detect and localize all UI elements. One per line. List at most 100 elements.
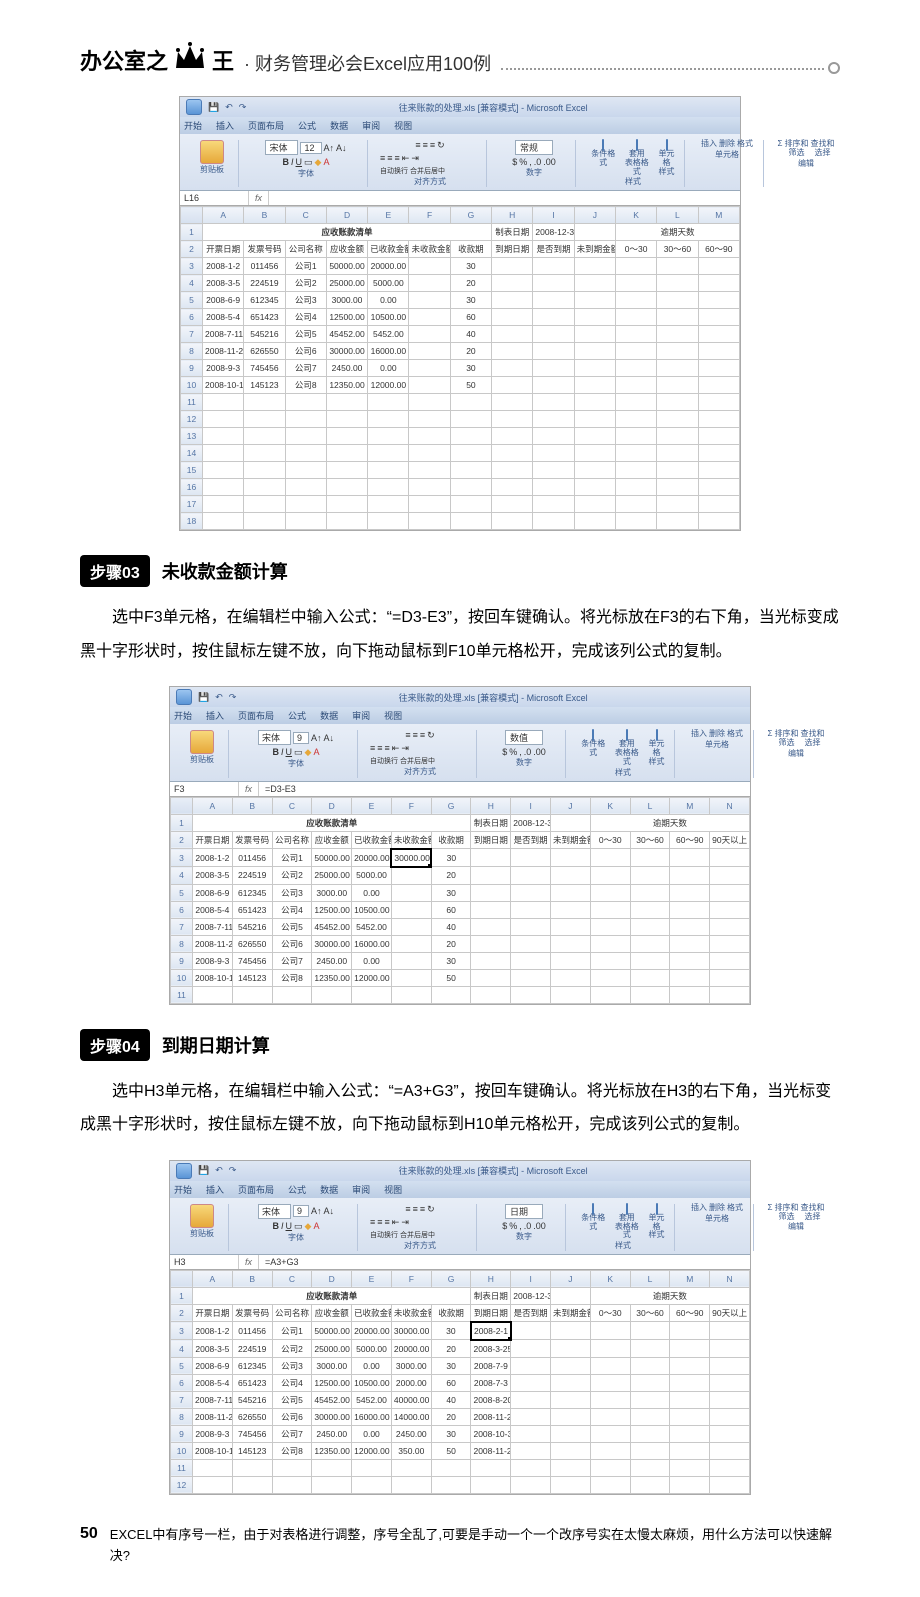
col-header-M[interactable]: M xyxy=(670,1270,710,1287)
cell-7-11[interactable] xyxy=(615,326,656,343)
currency-icon[interactable]: $ xyxy=(502,747,507,757)
qat-save-icon[interactable]: 💾 xyxy=(198,692,209,703)
cell-5-6[interactable]: 3000.00 xyxy=(391,1357,431,1374)
cell-5-3[interactable]: 公司3 xyxy=(272,1357,312,1374)
cell-9-10[interactable] xyxy=(551,1425,591,1442)
qat-undo-icon[interactable]: ↶ xyxy=(215,1165,223,1176)
cell-5-11[interactable] xyxy=(615,292,656,309)
cell-9-4[interactable]: 2450.00 xyxy=(312,1425,352,1442)
col-header-J[interactable]: J xyxy=(551,797,591,814)
align-bot-icon[interactable]: ≡ xyxy=(420,1204,425,1215)
wrap-merge[interactable]: 自动换行 合并后居中 xyxy=(370,1230,435,1240)
bold-icon[interactable]: B xyxy=(273,1221,280,1232)
col-header-A[interactable]: A xyxy=(193,797,233,814)
cell-7-14[interactable] xyxy=(710,918,750,935)
cell-6-6[interactable] xyxy=(391,901,431,918)
cell-3-3[interactable]: 公司1 xyxy=(285,258,326,275)
cell-4-10[interactable] xyxy=(551,1340,591,1358)
cell-8-10[interactable] xyxy=(574,343,615,360)
cell-3-3[interactable]: 公司1 xyxy=(272,849,312,867)
col-header-C[interactable]: C xyxy=(285,207,326,224)
cell-9-5[interactable]: 0.00 xyxy=(352,952,392,969)
cell-10-13[interactable] xyxy=(670,1442,710,1459)
cell-8-12[interactable] xyxy=(630,935,670,952)
cell-4-5[interactable]: 5000.00 xyxy=(352,1340,392,1358)
edit-btn-0[interactable]: Σ xyxy=(768,730,773,748)
cell-8-4[interactable]: 30000.00 xyxy=(326,343,367,360)
cell-9-9[interactable] xyxy=(511,1425,551,1442)
cell-9-9[interactable] xyxy=(511,952,551,969)
formula-input[interactable]: =A3+G3 xyxy=(259,1255,750,1269)
cell-7-3[interactable]: 公司5 xyxy=(285,326,326,343)
cell-10-11[interactable] xyxy=(615,377,656,394)
row-header-6[interactable]: 6 xyxy=(181,309,203,326)
qat-save-icon[interactable]: 💾 xyxy=(198,1165,209,1176)
cell-8-14[interactable] xyxy=(710,935,750,952)
col-header-G[interactable]: G xyxy=(431,1270,471,1287)
edit-btn-0[interactable]: Σ xyxy=(768,1204,773,1222)
cell-3-5[interactable]: 20000.00 xyxy=(368,258,409,275)
cell-6-12[interactable] xyxy=(657,309,698,326)
percent-icon[interactable]: % xyxy=(509,1221,517,1231)
qat-redo-icon[interactable]: ↷ xyxy=(229,692,237,703)
cell-3-4[interactable]: 50000.00 xyxy=(312,849,352,867)
row-header-1[interactable]: 1 xyxy=(171,814,193,831)
col-header-D[interactable]: D xyxy=(312,1270,352,1287)
cell-5-7[interactable]: 30 xyxy=(431,884,471,901)
indent-dec-icon[interactable]: ⇤ xyxy=(392,1217,400,1228)
cell-7-12[interactable] xyxy=(657,326,698,343)
cell-5-2[interactable]: 612345 xyxy=(232,1357,272,1374)
row-header-17[interactable]: 17 xyxy=(181,496,203,513)
formula-input[interactable] xyxy=(269,191,740,205)
qat-redo-icon[interactable]: ↷ xyxy=(239,102,247,113)
ribbon-tab-6[interactable]: 视图 xyxy=(394,119,412,132)
cell-8-6[interactable] xyxy=(391,935,431,952)
worksheet-grid[interactable]: ABCDEFGHIJKLMN1应收账款清单制表日期2008-12-30逾期天数2… xyxy=(170,1270,750,1494)
align-top-icon[interactable]: ≡ xyxy=(405,730,410,741)
cell-9-4[interactable]: 2450.00 xyxy=(326,360,367,377)
cell-10-9[interactable] xyxy=(511,969,551,986)
increase-font-icon[interactable]: A↑ xyxy=(311,1206,322,1216)
ribbon-tab-3[interactable]: 公式 xyxy=(298,119,316,132)
cell-4-9[interactable] xyxy=(511,867,551,885)
cell-3-8[interactable]: 2008-2-1 xyxy=(471,1322,511,1340)
cell-7-5[interactable]: 5452.00 xyxy=(352,1391,392,1408)
cell-5-10[interactable] xyxy=(574,292,615,309)
cell-6-6[interactable] xyxy=(409,309,450,326)
select-all-corner[interactable] xyxy=(181,207,203,224)
cell-4-7[interactable]: 20 xyxy=(431,867,471,885)
cell-7-9[interactable] xyxy=(533,326,574,343)
cell-10-1[interactable]: 2008-10-10 xyxy=(193,969,233,986)
fill-color-icon[interactable]: ◆ xyxy=(305,747,312,758)
font-color-icon[interactable]: A xyxy=(313,747,319,758)
col-header-F[interactable]: F xyxy=(391,797,431,814)
font-name-dropdown[interactable]: 宋体 xyxy=(258,1204,291,1219)
col-header-B[interactable]: B xyxy=(232,797,272,814)
cell-4-9[interactable] xyxy=(533,275,574,292)
align-center-icon[interactable]: ≡ xyxy=(377,1217,382,1228)
cell-10-7[interactable]: 50 xyxy=(431,1442,471,1459)
border-icon[interactable]: ▭ xyxy=(304,157,313,168)
wrap-merge[interactable]: 自动换行 合并后居中 xyxy=(380,166,445,176)
cell-8-8[interactable] xyxy=(492,343,533,360)
cell-10-4[interactable]: 12350.00 xyxy=(326,377,367,394)
cell-6-1[interactable]: 2008-5-4 xyxy=(193,1374,233,1391)
cell-10-10[interactable] xyxy=(551,969,591,986)
cell-3-9[interactable] xyxy=(511,1322,551,1340)
cell-5-5[interactable]: 0.00 xyxy=(352,1357,392,1374)
decrease-font-icon[interactable]: A↓ xyxy=(324,1206,335,1216)
cell-10-5[interactable]: 12000.00 xyxy=(352,1442,392,1459)
select-all-corner[interactable] xyxy=(171,797,193,814)
row-header-6[interactable]: 6 xyxy=(171,1374,193,1391)
cell-4-9[interactable] xyxy=(511,1340,551,1358)
cell-6-1[interactable]: 2008-5-4 xyxy=(193,901,233,918)
align-mid-icon[interactable]: ≡ xyxy=(413,730,418,741)
cell-10-10[interactable] xyxy=(551,1442,591,1459)
cell-7-14[interactable] xyxy=(710,1391,750,1408)
cell-3-7[interactable]: 30 xyxy=(431,849,471,867)
dec-dec-icon[interactable]: .00 xyxy=(543,157,556,167)
cell-7-7[interactable]: 40 xyxy=(431,1391,471,1408)
cell-3-12[interactable] xyxy=(630,1322,670,1340)
row-header-6[interactable]: 6 xyxy=(171,901,193,918)
cell-7-1[interactable]: 2008-7-11 xyxy=(193,918,233,935)
